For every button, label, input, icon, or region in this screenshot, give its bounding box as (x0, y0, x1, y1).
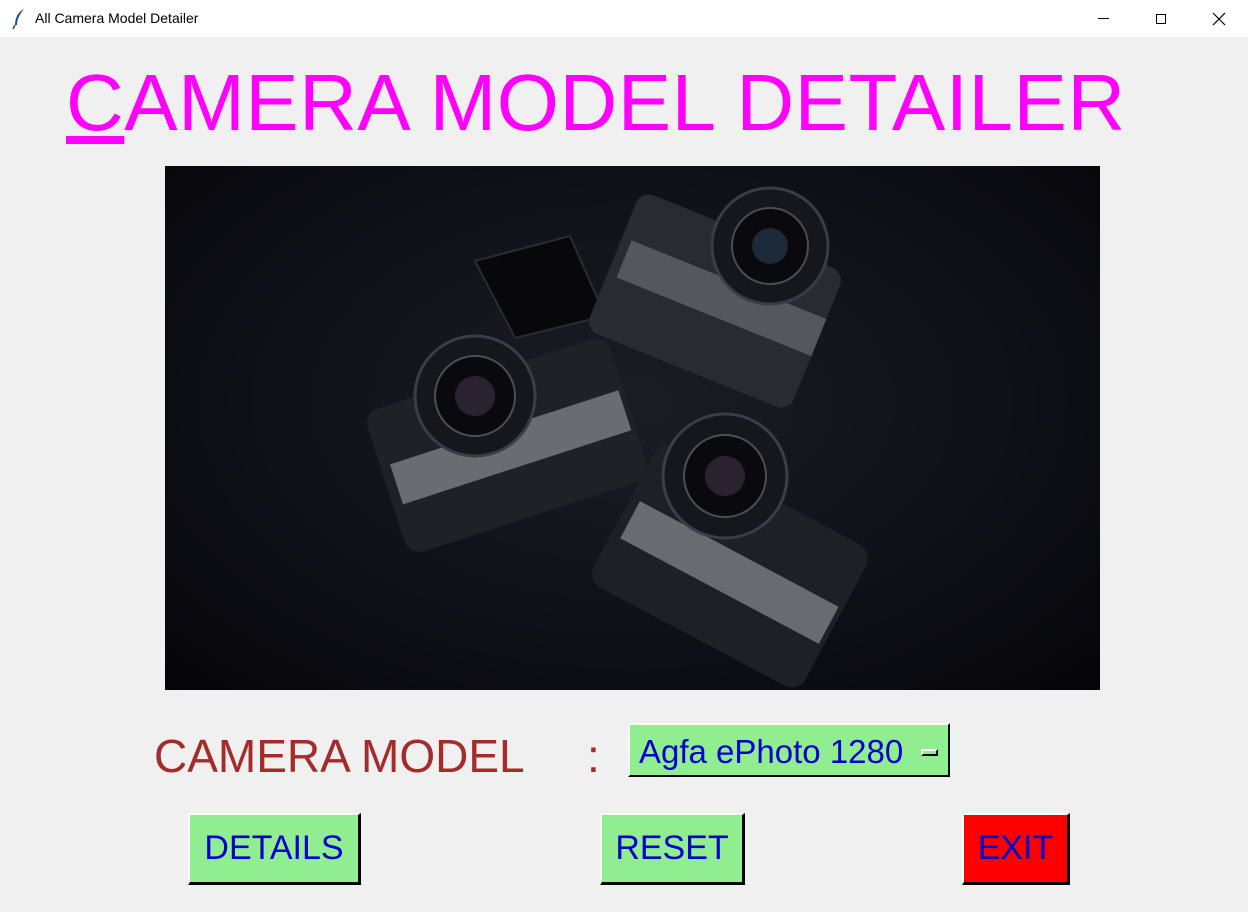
cameras-illustration (367, 186, 868, 688)
maximize-icon (1156, 13, 1166, 24)
camera-model-label: CAMERA MODEL (154, 730, 525, 782)
camera-model-selected-value: Agfa ePhoto 1280 (639, 733, 904, 770)
minimize-button[interactable] (1074, 0, 1132, 37)
maximize-button[interactable] (1132, 0, 1190, 37)
close-icon (1212, 12, 1226, 25)
feather-icon (12, 9, 24, 30)
minimize-icon (1097, 18, 1109, 19)
camera-left (367, 334, 648, 552)
camera-model-dropdown[interactable]: Agfa ePhoto 1280 (628, 723, 950, 777)
exit-button[interactable]: EXIT (962, 813, 1070, 885)
reset-button[interactable]: RESET (600, 813, 745, 885)
page-title-first-letter: C (66, 58, 125, 147)
details-button[interactable]: DETAILS (188, 813, 361, 885)
page-title-rest: AMERA MODEL DETAILER (124, 58, 1126, 147)
camera-model-colon: : (587, 730, 600, 782)
window-title: All Camera Model Detailer (35, 10, 199, 26)
page-title: CAMERA MODEL DETAILER (66, 58, 1126, 148)
title-bar: All Camera Model Detailer (0, 0, 1248, 37)
close-button[interactable] (1190, 0, 1248, 37)
dropdown-indicator-icon (921, 749, 938, 756)
cameras-photo (165, 166, 1100, 690)
